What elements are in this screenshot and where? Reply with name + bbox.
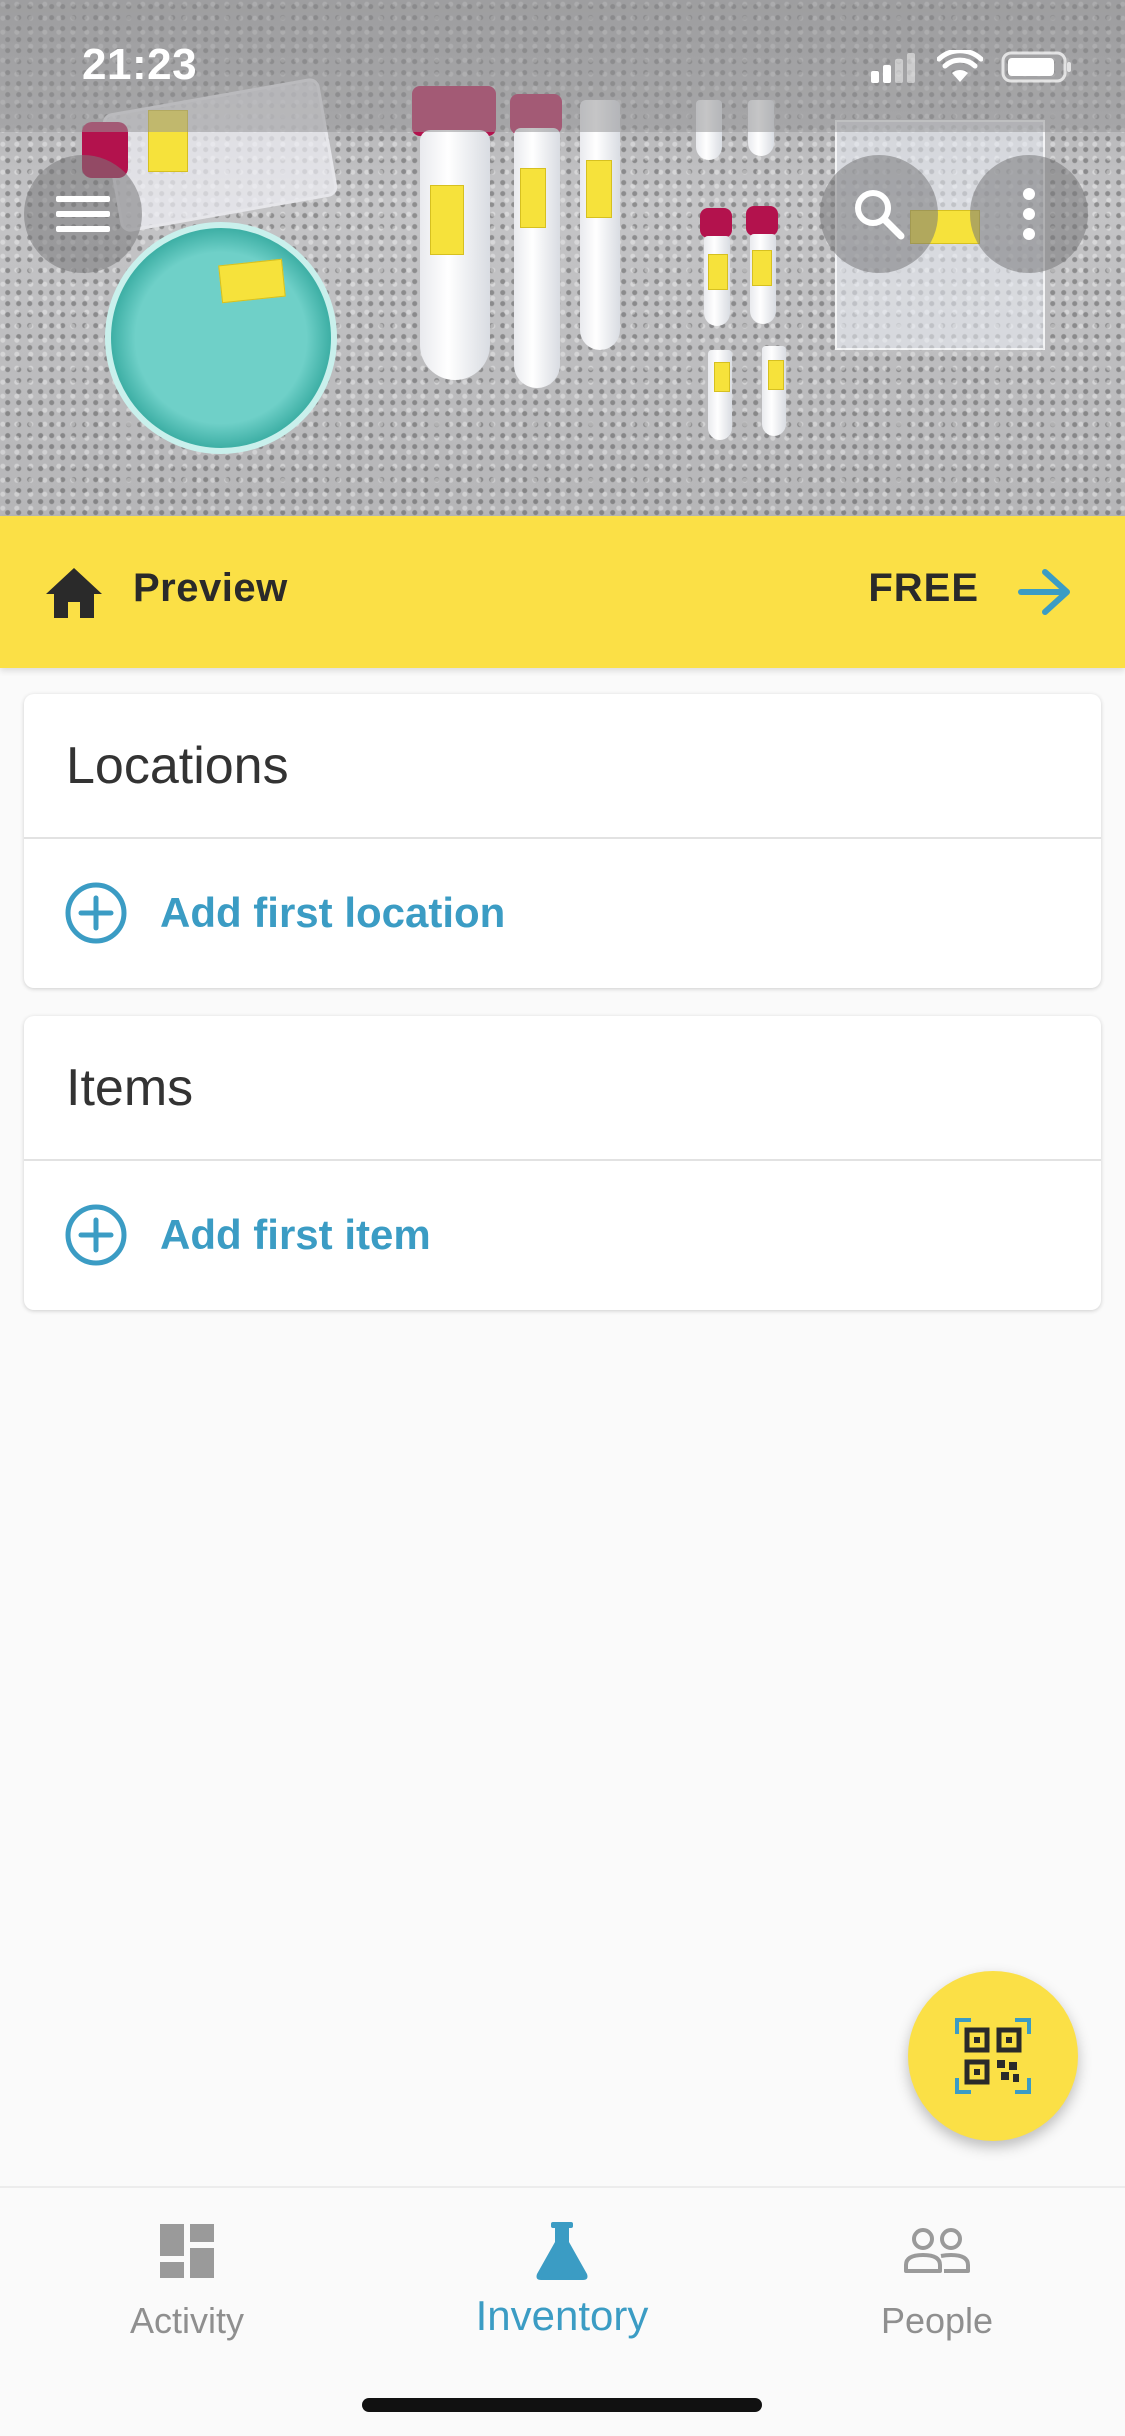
add-first-item-label: Add first item [160,1210,431,1258]
barcode-label [520,168,546,228]
search-button[interactable] [820,155,938,273]
tube-cap [700,208,732,238]
falcon-tube [514,128,560,388]
flask-icon [536,2222,588,2280]
nav-inventory-label: Inventory [475,2292,649,2339]
qr-code-scan-icon [955,2018,1031,2094]
items-title: Items [24,1016,1101,1161]
more-vertical-icon [1023,188,1035,240]
nav-people[interactable]: People [787,2216,1087,2342]
hero-banner-image: 21:23 [0,0,1125,516]
tube-cap [746,206,778,236]
items-card: Items Add first item [24,1016,1101,1310]
people-icon [904,2228,970,2273]
qr-scan-fab[interactable] [908,1971,1078,2141]
locations-title: Locations [24,694,1101,839]
add-circle-icon [65,1204,127,1265]
app-screen: 21:23 Preview FREE Locations Add first l… [0,0,1125,2436]
plan-free-label: FREE [868,566,979,610]
more-options-button[interactable] [970,155,1088,273]
wifi-icon [937,50,983,82]
barcode-label [752,250,772,286]
nav-people-label: People [880,2300,994,2341]
nav-activity-label: Activity [129,2300,244,2341]
hamburger-menu-icon [56,196,110,232]
barcode-label [430,185,464,255]
bottom-navigation: Activity Inventory People [0,2186,1125,2436]
barcode-label [714,362,730,392]
status-time: 21:23 [82,40,198,89]
barcode-label [708,254,728,290]
add-first-item-button[interactable]: Add first item [24,1161,1101,1308]
status-icons [869,50,1073,84]
nav-inventory[interactable]: Inventory [412,2216,712,2340]
barcode-label [768,360,784,390]
search-icon [855,190,905,240]
add-first-location-label: Add first location [160,888,506,936]
preview-label: Preview [133,566,288,610]
menu-button[interactable] [24,155,142,273]
locations-card: Locations Add first location [24,694,1101,988]
nav-activity[interactable]: Activity [37,2216,337,2342]
barcode-label [218,258,286,304]
cellular-signal-icon [871,53,915,83]
add-circle-icon [65,882,127,943]
falcon-tube [420,130,490,380]
arrow-right-icon [1018,569,1070,615]
barcode-label [586,160,612,218]
preview-plan-bar[interactable]: Preview FREE [0,516,1125,668]
dashboard-icon [160,2224,214,2278]
falcon-tube [580,100,620,350]
petri-dish [105,222,337,454]
home-indicator[interactable] [362,2398,762,2412]
battery-icon [1001,51,1071,83]
home-icon [46,568,102,618]
add-first-location-button[interactable]: Add first location [24,839,1101,986]
